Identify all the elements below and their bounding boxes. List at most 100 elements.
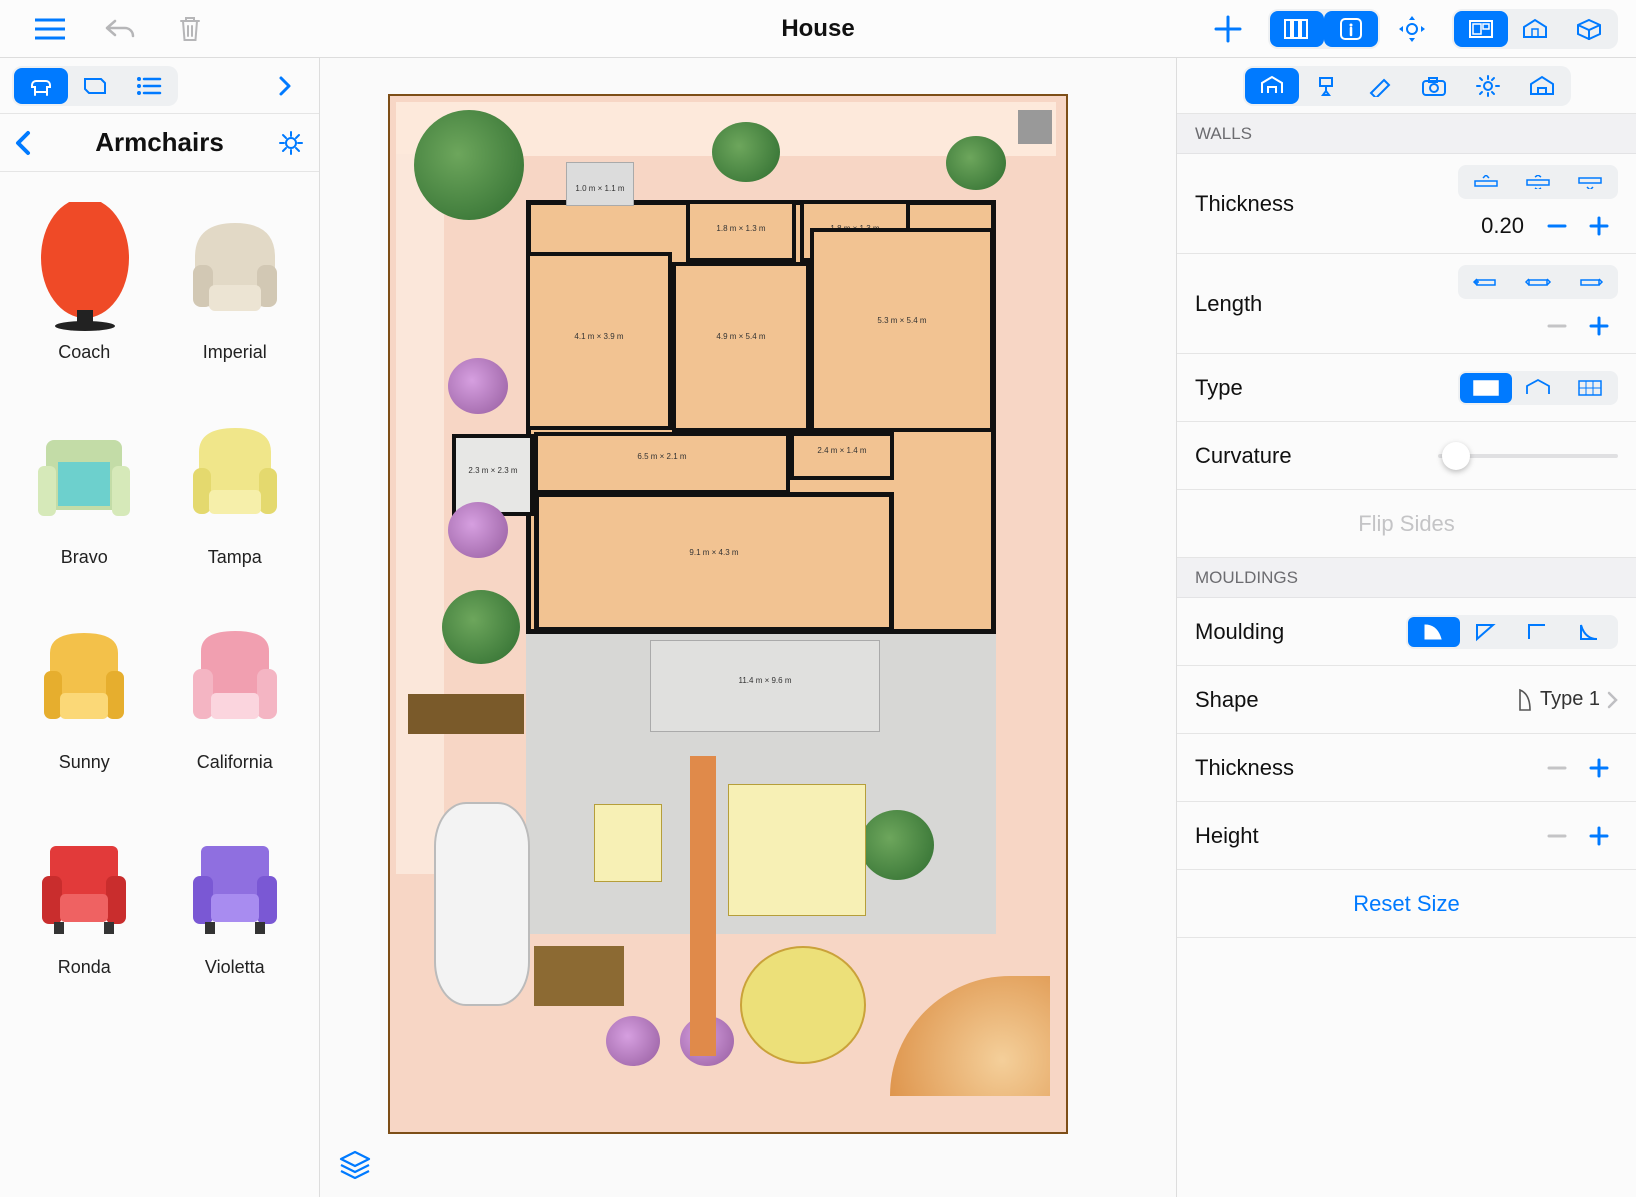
curvature-row: Curvature [1177,422,1636,490]
plus-button[interactable] [1580,819,1618,853]
wall-type-seg [1458,371,1618,405]
plus-button[interactable] [1580,309,1618,343]
moulding-style-2-icon[interactable] [1460,617,1512,647]
anchor-end-icon[interactable] [1564,267,1616,297]
reset-size-button[interactable]: Reset Size [1177,870,1636,938]
catalog-back-icon[interactable] [14,129,44,157]
plus-button[interactable] [1580,209,1618,243]
info-icon[interactable] [1324,11,1378,47]
inspector-tab-light-icon[interactable] [1461,68,1515,104]
moulding-thickness-label: Thickness [1195,755,1294,781]
wall-type-grid-icon[interactable] [1564,373,1616,403]
moulding-style-4-icon[interactable] [1564,617,1616,647]
moulding-seg [1406,615,1618,649]
view-3d-icon[interactable] [1562,11,1616,47]
length-align-seg [1458,265,1618,299]
catalog-settings-icon[interactable] [275,129,305,157]
catalog-more-icon[interactable] [263,64,307,108]
room-dim: 2.3 m × 2.3 m [452,466,534,475]
thickness-row: Thickness 0.20 [1177,154,1636,254]
length-stepper [1538,309,1618,343]
catalog-item[interactable]: Sunny [14,602,155,807]
moulding-height-label: Height [1195,823,1259,849]
chevron-right-icon [1606,691,1618,709]
catalog-tab-furniture-icon[interactable] [14,68,68,104]
inspector-tab-paint-icon[interactable] [1299,68,1353,104]
plus-button[interactable] [1580,751,1618,785]
moulding-height-row: Height [1177,802,1636,870]
catalog-item-label: California [197,752,273,773]
catalog-tab-list-icon[interactable] [122,68,176,104]
view-elevation-icon[interactable] [1508,11,1562,47]
catalog-mode-seg [12,66,178,106]
inspector-sidebar: WALLS Thickness 0.20 Length [1176,58,1636,1197]
catalog-item[interactable]: Coach [14,192,155,397]
minus-button[interactable] [1538,751,1576,785]
shape-row[interactable]: Shape Type 1 [1177,666,1636,734]
undo-icon[interactable] [98,7,142,51]
mouldings-section-header: MOULDINGS [1177,558,1636,598]
inspector-tab-walls-icon[interactable] [1245,68,1299,104]
moulding-style-3-icon[interactable] [1512,617,1564,647]
library-info-seg [1268,9,1380,49]
anchor-start-icon[interactable] [1460,267,1512,297]
inspector-tab-building-icon[interactable] [1515,68,1569,104]
curvature-slider[interactable] [1438,454,1618,458]
align-right-icon[interactable] [1564,167,1616,197]
anchor-both-icon[interactable] [1512,267,1564,297]
wall-type-brick-icon[interactable] [1460,373,1512,403]
inspector-tab-camera-icon[interactable] [1407,68,1461,104]
minus-button[interactable] [1538,819,1576,853]
catalog-item[interactable]: Bravo [14,397,155,602]
catalog-tab-materials-icon[interactable] [68,68,122,104]
thickness-value: 0.20 [1481,213,1524,239]
shape-value: Type 1 [1540,688,1600,711]
trash-icon[interactable] [168,7,212,51]
shape-label: Shape [1195,687,1259,713]
room-dim: 1.8 m × 1.3 m [686,224,796,233]
add-icon[interactable] [1206,7,1250,51]
room-dim: 6.5 m × 2.1 m [534,452,790,461]
menu-icon[interactable] [28,7,72,51]
type-row: Type [1177,354,1636,422]
inspector-tab-draw-icon[interactable] [1353,68,1407,104]
catalog-item[interactable]: California [165,602,306,807]
flip-sides-button[interactable]: Flip Sides [1177,490,1636,558]
moulding-thickness-row: Thickness [1177,734,1636,802]
room-dim: 4.9 m × 5.4 m [672,332,810,341]
view-2d-icon[interactable] [1454,11,1508,47]
type-label: Type [1195,375,1243,401]
toolbar-right-group [1206,0,1618,58]
moulding-thickness-stepper [1538,751,1618,785]
catalog-item-label: Tampa [208,547,262,568]
catalog-grid: Coach Imperial Bravo Tampa Sunny Califor… [0,172,319,1197]
moulding-height-stepper [1538,819,1618,853]
room-dim: 4.1 m × 3.9 m [526,332,672,341]
moulding-style-1-icon[interactable] [1408,617,1460,647]
layers-icon[interactable] [338,1149,372,1179]
align-center-icon[interactable] [1512,167,1564,197]
main-toolbar: House [0,0,1636,58]
floorplan-area[interactable]: 1.0 m × 1.1 m 1.8 m × 1.3 m 1.8 m × 1.3 … [388,94,1068,1134]
length-label: Length [1195,291,1262,317]
catalog-item-label: Coach [58,342,110,363]
catalog-item-label: Sunny [59,752,110,773]
minus-button[interactable] [1538,309,1576,343]
catalog-item[interactable]: Ronda [14,807,155,1012]
thickness-stepper: 0.20 [1481,209,1618,243]
catalog-header: Armchairs [0,114,319,172]
room-dim: 5.3 m × 5.4 m [810,316,994,325]
gyro-icon[interactable] [1390,7,1434,51]
wall-type-roof-icon[interactable] [1512,373,1564,403]
shape-preview-icon [1516,688,1534,712]
minus-button[interactable] [1538,209,1576,243]
floorplan-canvas[interactable]: 1.0 m × 1.1 m 1.8 m × 1.3 m 1.8 m × 1.3 … [320,58,1176,1197]
toolbar-left-group [28,7,212,51]
align-left-icon[interactable] [1460,167,1512,197]
view-mode-seg [1452,9,1618,49]
catalog-item[interactable]: Tampa [165,397,306,602]
catalog-item[interactable]: Violetta [165,807,306,1012]
catalog-item[interactable]: Imperial [165,192,306,397]
length-row: Length [1177,254,1636,354]
library-icon[interactable] [1270,11,1324,47]
